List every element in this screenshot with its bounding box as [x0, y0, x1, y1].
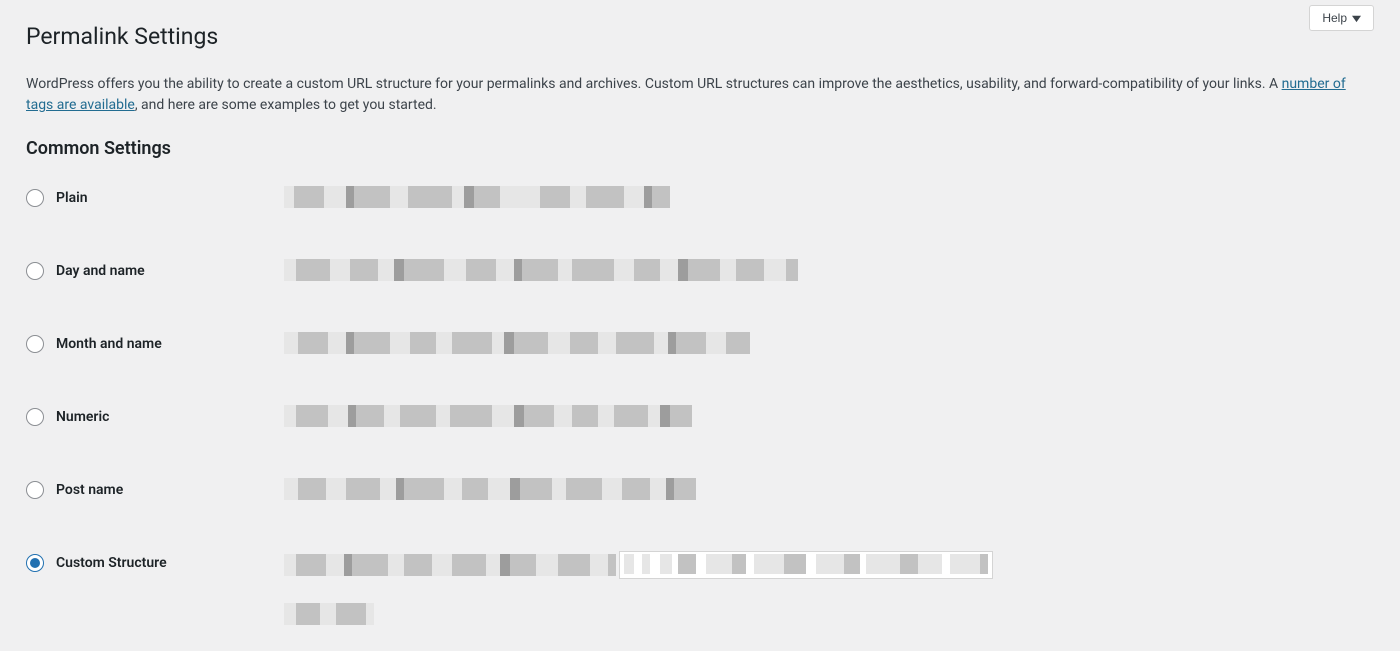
option-label-month-name[interactable]: Month and name: [26, 332, 284, 355]
page-title: Permalink Settings: [26, 0, 1374, 64]
option-custom: Custom Structure: [26, 551, 1374, 625]
option-name-custom: Custom Structure: [56, 553, 167, 574]
option-label-plain[interactable]: Plain: [26, 186, 284, 209]
blurred-tags: [284, 603, 374, 625]
example-plain: [284, 186, 1374, 208]
common-settings-heading: Common Settings: [26, 135, 1374, 162]
radio-post-name[interactable]: [26, 481, 44, 499]
option-name-plain: Plain: [56, 188, 88, 209]
help-button[interactable]: Help: [1309, 5, 1374, 31]
blurred-example: [284, 259, 798, 281]
option-day-name: Day and name: [26, 259, 1374, 282]
option-name-post-name: Post name: [56, 480, 123, 501]
option-name-month-name: Month and name: [56, 334, 162, 355]
option-label-custom[interactable]: Custom Structure: [26, 551, 284, 574]
intro-before: WordPress offers you the ability to crea…: [26, 76, 1282, 92]
option-label-post-name[interactable]: Post name: [26, 478, 284, 501]
blurred-example: [284, 332, 750, 354]
example-month-name: [284, 332, 1374, 354]
blurred-example: [284, 478, 696, 500]
blurred-example: [284, 405, 692, 427]
option-label-numeric[interactable]: Numeric: [26, 405, 284, 428]
help-label: Help: [1322, 11, 1347, 25]
example-day-name: [284, 259, 1374, 281]
intro-after: , and here are some examples to get you …: [135, 97, 437, 113]
radio-numeric[interactable]: [26, 408, 44, 426]
radio-day-name[interactable]: [26, 262, 44, 280]
blurred-example: [284, 186, 670, 208]
intro-text: WordPress offers you the ability to crea…: [26, 74, 1374, 117]
example-numeric: [284, 405, 1374, 427]
option-plain: Plain: [26, 186, 1374, 209]
blurred-input-value: [624, 554, 988, 574]
option-label-day-name[interactable]: Day and name: [26, 259, 284, 282]
option-numeric: Numeric: [26, 405, 1374, 428]
radio-custom[interactable]: [26, 554, 44, 572]
radio-plain[interactable]: [26, 189, 44, 207]
option-month-name: Month and name: [26, 332, 1374, 355]
example-custom: [284, 551, 1374, 625]
option-name-day-name: Day and name: [56, 261, 145, 282]
option-name-numeric: Numeric: [56, 407, 109, 428]
settings-table: Plain Day and name M: [26, 186, 1374, 625]
radio-month-name[interactable]: [26, 335, 44, 353]
dropdown-icon: [1352, 14, 1361, 23]
blurred-prefix: [284, 554, 616, 576]
example-post-name: [284, 478, 1374, 500]
custom-structure-input[interactable]: [619, 551, 993, 579]
option-post-name: Post name: [26, 478, 1374, 501]
